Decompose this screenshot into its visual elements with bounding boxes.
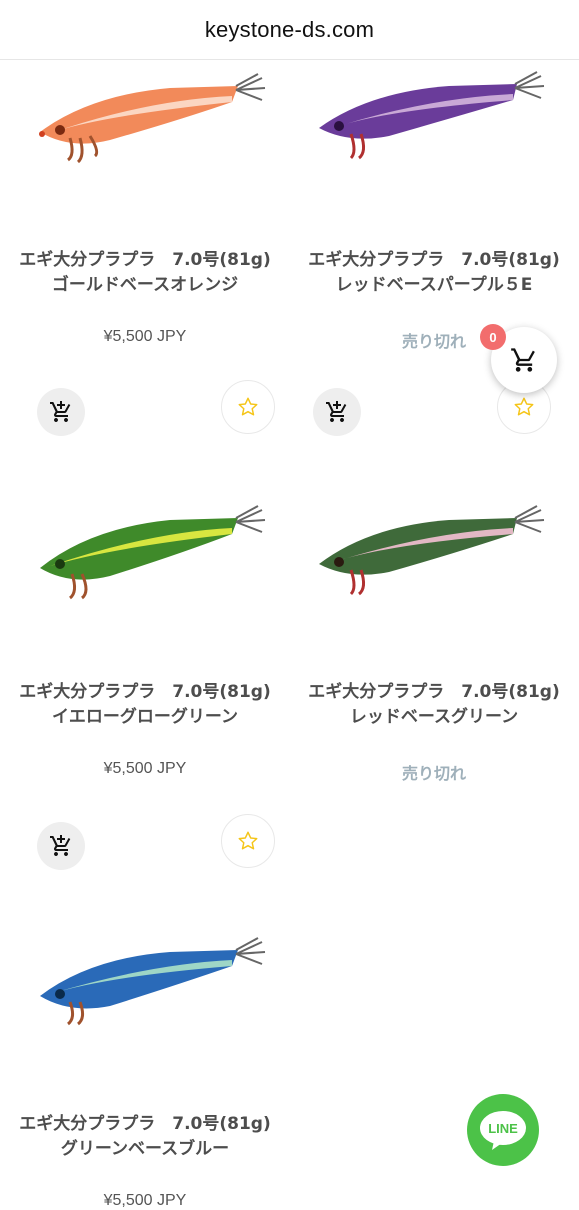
cart-plus-icon bbox=[325, 400, 349, 424]
line-chat-button[interactable]: LINE bbox=[467, 1094, 539, 1166]
product-name[interactable]: エギ大分プラプラ 7.0号(81g) レッドベースグリーン bbox=[299, 680, 576, 730]
product-image[interactable] bbox=[289, 492, 579, 672]
cart-icon bbox=[511, 348, 535, 372]
product-card[interactable]: エギ大分プラプラ 7.0号(81g) レッドベースパープル５E 売り切れ bbox=[289, 60, 579, 490]
cart-count-badge: 0 bbox=[480, 324, 506, 350]
product-price: ¥5,500 JPY bbox=[103, 328, 187, 345]
product-name[interactable]: エギ大分プラプラ 7.0号(81g) イエローグローグリーン bbox=[10, 680, 287, 730]
product-card[interactable]: エギ大分プラプラ 7.0号(81g) レッドベースグリーン 売り切れ bbox=[289, 492, 579, 922]
product-price: ¥5,500 JPY bbox=[103, 760, 187, 777]
product-name[interactable]: エギ大分プラプラ 7.0号(81g) グリーンベースブルー bbox=[10, 1112, 287, 1162]
soldout-label: 売り切れ bbox=[401, 764, 466, 783]
site-header: keystone-ds.com bbox=[0, 0, 579, 60]
product-image[interactable] bbox=[0, 60, 290, 240]
product-image[interactable] bbox=[0, 924, 290, 1104]
add-to-cart-button[interactable] bbox=[37, 822, 85, 870]
product-image[interactable] bbox=[0, 492, 290, 672]
product-name[interactable]: エギ大分プラプラ 7.0号(81g) ゴールドベースオレンジ bbox=[10, 248, 287, 298]
product-price: ¥5,500 JPY bbox=[103, 1192, 187, 1209]
line-label: LINE bbox=[488, 1121, 518, 1136]
star-icon bbox=[513, 396, 535, 418]
product-card[interactable]: エギ大分プラプラ 7.0号(81g) グリーンベースブルー ¥5,500 JPY bbox=[0, 924, 290, 1209]
favorite-button[interactable] bbox=[221, 380, 275, 434]
star-icon bbox=[237, 830, 259, 852]
add-to-cart-button[interactable] bbox=[313, 388, 361, 436]
site-domain[interactable]: keystone-ds.com bbox=[205, 17, 374, 43]
product-card[interactable]: エギ大分プラプラ 7.0号(81g) ゴールドベースオレンジ ¥5,500 JP… bbox=[0, 60, 290, 490]
line-icon: LINE bbox=[480, 1111, 526, 1150]
add-to-cart-button[interactable] bbox=[37, 388, 85, 436]
product-name[interactable]: エギ大分プラプラ 7.0号(81g) レッドベースパープル５E bbox=[299, 248, 576, 298]
cart-plus-icon bbox=[49, 834, 73, 858]
product-card[interactable]: エギ大分プラプラ 7.0号(81g) イエローグローグリーン ¥5,500 JP… bbox=[0, 492, 290, 922]
favorite-button[interactable] bbox=[221, 814, 275, 868]
star-icon bbox=[237, 396, 259, 418]
cart-plus-icon bbox=[49, 400, 73, 424]
product-image[interactable] bbox=[289, 60, 579, 240]
